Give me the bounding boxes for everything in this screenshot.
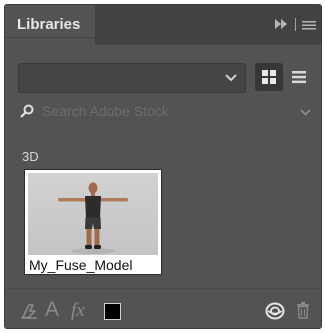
asset-name: My_Fuse_Model <box>29 257 133 273</box>
asset-thumbnail <box>28 173 158 255</box>
panel-footer: A fx <box>5 288 321 328</box>
panel-menu-icon[interactable] <box>302 19 316 31</box>
grid-view-button[interactable] <box>255 63 283 91</box>
creative-cloud-sync-icon[interactable] <box>265 302 285 320</box>
trash-icon[interactable] <box>296 301 310 319</box>
list-view-icon[interactable] <box>291 69 307 85</box>
asset-card[interactable]: My_Fuse_Model <box>24 169 162 275</box>
chevron-down-icon <box>225 74 237 82</box>
library-dropdown[interactable] <box>18 63 246 93</box>
search-icon <box>20 104 34 118</box>
tab-divider <box>295 18 296 31</box>
3d-human-model-icon <box>58 182 128 254</box>
foreground-color-swatch[interactable] <box>104 303 121 320</box>
search-input[interactable]: Search Adobe Stock <box>42 103 169 119</box>
libraries-panel: Libraries Search Adobe Stock 3D My_Fuse_… <box>4 4 322 329</box>
stock-search[interactable]: Search Adobe Stock <box>15 98 313 126</box>
tab-libraries[interactable]: Libraries <box>5 5 95 45</box>
panel-tab-bar: Libraries <box>5 5 321 45</box>
character-style-icon[interactable]: A <box>45 298 59 322</box>
grid-view-icon <box>262 70 276 84</box>
fast-forward-icon[interactable] <box>274 18 288 30</box>
layer-style-icon[interactable]: fx <box>71 300 85 322</box>
add-content-icon[interactable] <box>20 303 39 319</box>
section-title-3d: 3D <box>22 149 39 164</box>
divider <box>5 37 321 38</box>
chevron-down-icon[interactable] <box>300 109 311 116</box>
